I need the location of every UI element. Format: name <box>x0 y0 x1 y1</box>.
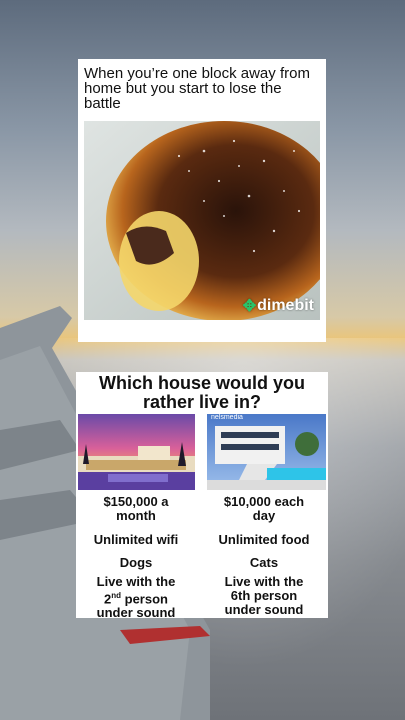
left-money-option: $150,000 a month <box>76 495 196 523</box>
meme-card: When you’re one block away from home but… <box>78 59 326 342</box>
right-neighbor-line3: under sound <box>224 602 304 617</box>
poll-question-line1: Which house would you <box>99 373 305 393</box>
poll-question-line2: rather live in? <box>142 392 262 412</box>
right-neighbor-line2: 6th person <box>230 588 298 603</box>
left-perk: Unlimited wifi <box>93 532 179 547</box>
dimebit-wordmark: dimebit <box>257 297 314 314</box>
left-pet: Dogs <box>119 555 153 570</box>
left-money-line2: month <box>116 508 156 523</box>
poll-question: Which house would you rather live in? <box>76 374 328 412</box>
left-perk-option: Unlimited wifi <box>76 533 196 547</box>
right-money-option: $10,000 each day <box>204 495 324 523</box>
right-money-line1: $10,000 each <box>223 494 305 509</box>
right-neighbor-line1: Live with the <box>224 574 304 589</box>
image-watermark: nelsmedia <box>211 414 243 421</box>
right-neighbor-option: Live with the 6th person under sound <box>204 575 324 617</box>
right-pet-option: Cats <box>204 556 324 570</box>
mansion-sunset-image <box>78 414 195 490</box>
house-poll-card: Which house would you rather live in? ne… <box>76 372 328 620</box>
right-perk: Unlimited food <box>218 532 310 547</box>
dimebit-logo: ✥ dimebit <box>243 296 314 316</box>
dimebit-mark-icon: ✥ <box>242 298 257 315</box>
house-left-image <box>78 414 195 490</box>
left-neighbor-option: Live with the 2nd person under sound <box>76 575 196 620</box>
donut-image <box>84 121 320 320</box>
donut-photo: ✥ dimebit <box>84 121 320 320</box>
left-neighbor-line1: Live with the <box>96 574 176 589</box>
right-perk-option: Unlimited food <box>204 533 324 547</box>
modern-villa-image <box>207 414 326 490</box>
left-neighbor-line2: 2nd person <box>76 589 196 606</box>
left-ordinal-suffix: nd <box>111 591 122 600</box>
left-ordinal-word: person <box>121 591 168 607</box>
left-neighbor-line3: under sound <box>96 605 176 621</box>
left-pet-option: Dogs <box>76 556 196 570</box>
right-money-line2: day <box>252 508 276 523</box>
right-pet: Cats <box>249 555 279 570</box>
meme-caption: When you’re one block away from home but… <box>84 65 310 112</box>
house-right-image: nelsmedia <box>207 414 326 490</box>
left-money-line1: $150,000 a <box>103 494 169 509</box>
